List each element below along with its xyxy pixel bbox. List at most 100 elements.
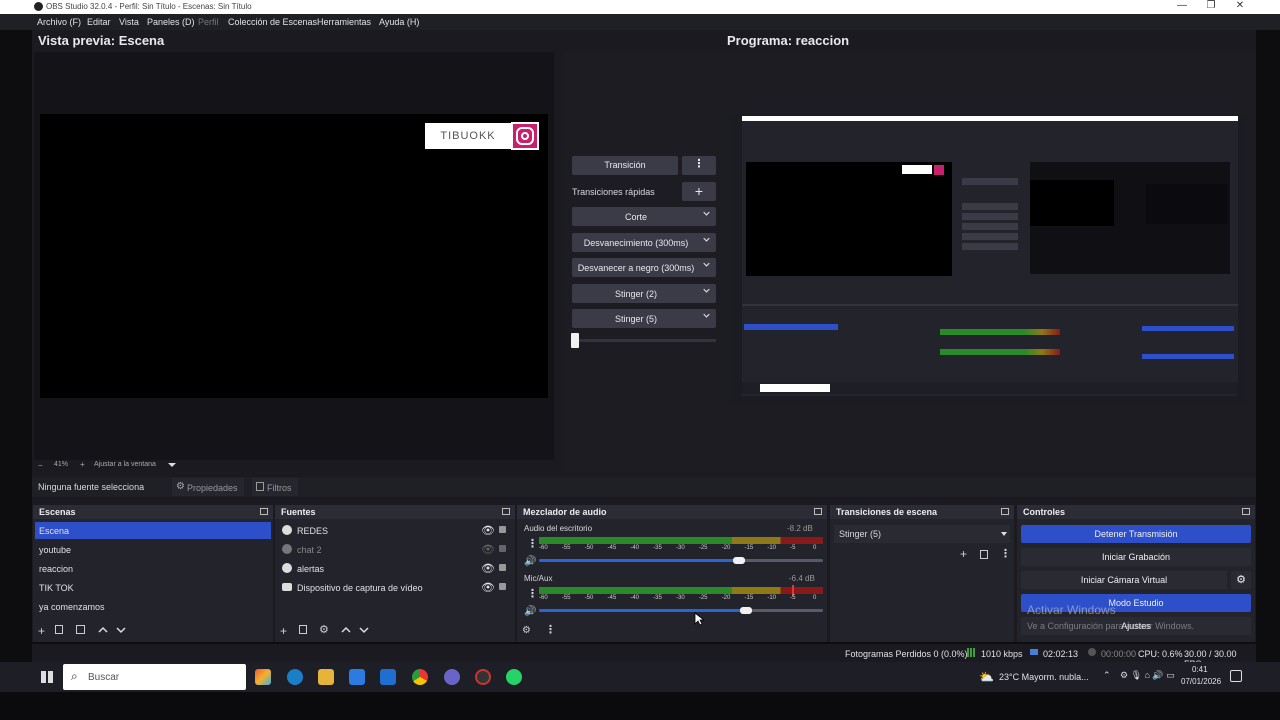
- undock-icon[interactable]: [1001, 508, 1009, 515]
- speaker-icon[interactable]: 🔊: [524, 606, 536, 617]
- close-button[interactable]: ✕: [1226, 0, 1254, 11]
- menu-vista[interactable]: Vista: [119, 17, 139, 27]
- eye-icon[interactable]: 👁: [481, 562, 495, 575]
- clock-date[interactable]: 07/01/2026: [1181, 677, 1221, 686]
- undock-icon[interactable]: [502, 508, 510, 515]
- stop-stream-button[interactable]: Detener Transmisión: [1021, 525, 1251, 543]
- trash-icon[interactable]: [299, 625, 307, 634]
- meter-tick-label: -15: [744, 595, 754, 601]
- quick-transition-stinger-5[interactable]: Stinger (5): [572, 309, 716, 328]
- tbar-track[interactable]: [574, 339, 716, 342]
- store-icon[interactable]: [349, 669, 365, 685]
- volume-slider[interactable]: [539, 607, 823, 614]
- gear-icon[interactable]: ⚙: [319, 623, 329, 636]
- add-transition-button[interactable]: +: [960, 547, 967, 561]
- scene-item[interactable]: ya comenzamos: [35, 598, 271, 615]
- source-item[interactable]: chat 2 👁: [277, 541, 513, 558]
- taskbar-search[interactable]: ⌕ Buscar: [63, 664, 246, 690]
- channel-menu-icon[interactable]: ⋮: [527, 587, 538, 600]
- mixer-menu-icon[interactable]: ⋮: [545, 623, 556, 636]
- lock-icon[interactable]: [499, 526, 506, 533]
- menu-editar[interactable]: Editar: [87, 17, 111, 27]
- copilot-icon[interactable]: [255, 669, 271, 685]
- eye-hidden-icon[interactable]: 👁: [481, 543, 495, 556]
- weather-text[interactable]: 23°C Mayorm. nubla...: [999, 672, 1089, 682]
- menu-bar: Archivo (F) Editar Vista Paneles (D) Per…: [0, 14, 1280, 30]
- menu-coleccion[interactable]: Colección de Escenas: [228, 17, 317, 27]
- zoom-in-button[interactable]: +: [80, 460, 85, 469]
- obs-taskbar-icon[interactable]: [475, 669, 491, 685]
- move-up-icon[interactable]: [98, 626, 108, 634]
- transition-more-button[interactable]: ⋮: [682, 156, 716, 175]
- chrome-icon[interactable]: [412, 669, 428, 685]
- preview-canvas[interactable]: [40, 114, 548, 398]
- add-quick-transition-button[interactable]: +: [682, 182, 716, 201]
- lock-icon[interactable]: [499, 545, 506, 552]
- add-source-button[interactable]: +: [280, 624, 287, 638]
- transition-button[interactable]: Transición: [572, 156, 678, 175]
- menu-herramientas[interactable]: Herramientas: [317, 17, 371, 27]
- add-scene-button[interactable]: +: [38, 624, 45, 638]
- trash-icon[interactable]: [980, 550, 988, 559]
- quick-transition-corte[interactable]: Corte: [572, 207, 716, 226]
- move-down-icon[interactable]: [359, 626, 369, 634]
- move-down-icon[interactable]: [116, 626, 126, 634]
- virtualcam-settings-gear-icon[interactable]: ⚙: [1231, 571, 1251, 589]
- trash-icon[interactable]: [55, 625, 63, 634]
- properties-button[interactable]: ⚙ Propiedades: [172, 478, 244, 496]
- menu-perfil[interactable]: Perfil: [198, 17, 219, 27]
- volume-slider[interactable]: [539, 557, 823, 564]
- scene-item[interactable]: youtube: [35, 541, 271, 558]
- chrome-profile-icon[interactable]: [444, 669, 460, 685]
- undock-icon[interactable]: [814, 508, 822, 515]
- menu-archivo[interactable]: Archivo (F): [37, 17, 81, 27]
- menu-ayuda[interactable]: Ayuda (H): [379, 17, 419, 27]
- audio-channel-name: Audio del escritorio: [524, 524, 593, 533]
- advanced-audio-icon[interactable]: ⚙: [522, 625, 531, 636]
- volume-meter: [539, 537, 823, 544]
- lock-icon[interactable]: [499, 564, 506, 571]
- minimize-button[interactable]: —: [1168, 0, 1196, 11]
- start-virtualcam-button[interactable]: Iniciar Cámara Virtual: [1021, 571, 1227, 589]
- source-item[interactable]: alertas 👁: [277, 560, 513, 577]
- source-item[interactable]: REDES 👁: [277, 522, 513, 539]
- bottom-edge: [0, 692, 1280, 720]
- speaker-icon[interactable]: 🔊: [524, 556, 536, 567]
- source-item[interactable]: Dispositivo de captura de vídeo 👁: [277, 579, 513, 596]
- quick-transition-fade[interactable]: Desvanecimiento (300ms): [572, 233, 716, 252]
- eye-icon[interactable]: 👁: [481, 524, 495, 537]
- transition-select[interactable]: Stinger (5): [834, 525, 1010, 543]
- meter-tick-label: -60: [539, 595, 548, 601]
- scene-item-label: TIK TOK: [39, 583, 74, 593]
- channel-menu-icon[interactable]: ⋮: [527, 537, 538, 550]
- filters-button[interactable]: Filtros: [252, 478, 298, 496]
- chevron-up-icon[interactable]: ⌃: [1103, 670, 1111, 681]
- undock-icon[interactable]: [1242, 508, 1250, 515]
- scene-item[interactable]: Escena: [35, 522, 271, 539]
- mail-icon[interactable]: [380, 669, 396, 685]
- clock-time[interactable]: 0:41: [1192, 665, 1208, 674]
- transition-menu-icon[interactable]: ⋮: [1000, 547, 1011, 560]
- lock-icon[interactable]: [499, 583, 506, 590]
- edge-icon[interactable]: [287, 669, 303, 685]
- tray-icons[interactable]: ⚙ 🎙 ⌂ 🔊 ▭: [1120, 670, 1175, 681]
- quick-transition-fade-black[interactable]: Desvanecer a negro (300ms): [572, 258, 716, 277]
- quick-transition-stinger-2[interactable]: Stinger (2): [572, 284, 716, 303]
- file-explorer-icon[interactable]: [318, 669, 334, 685]
- undock-icon[interactable]: [260, 508, 268, 515]
- meter-tick-label: -30: [676, 545, 685, 551]
- eye-icon[interactable]: 👁: [481, 581, 495, 594]
- scene-item[interactable]: reaccion: [35, 560, 271, 577]
- fit-window-select[interactable]: Ajustar a la ventana: [94, 461, 156, 468]
- scene-item[interactable]: TIK TOK: [35, 579, 271, 596]
- zoom-out-button[interactable]: −: [38, 461, 43, 470]
- tbar-handle[interactable]: [571, 333, 579, 348]
- start-recording-button[interactable]: Iniciar Grabación: [1021, 548, 1251, 566]
- menu-paneles[interactable]: Paneles (D): [147, 17, 195, 27]
- whatsapp-icon[interactable]: [506, 669, 522, 685]
- windows-start-icon[interactable]: [41, 671, 53, 683]
- move-up-icon[interactable]: [341, 626, 351, 634]
- notifications-icon[interactable]: [1230, 670, 1242, 682]
- scene-filters-icon[interactable]: [76, 625, 85, 634]
- restore-button[interactable]: ❐: [1197, 0, 1225, 11]
